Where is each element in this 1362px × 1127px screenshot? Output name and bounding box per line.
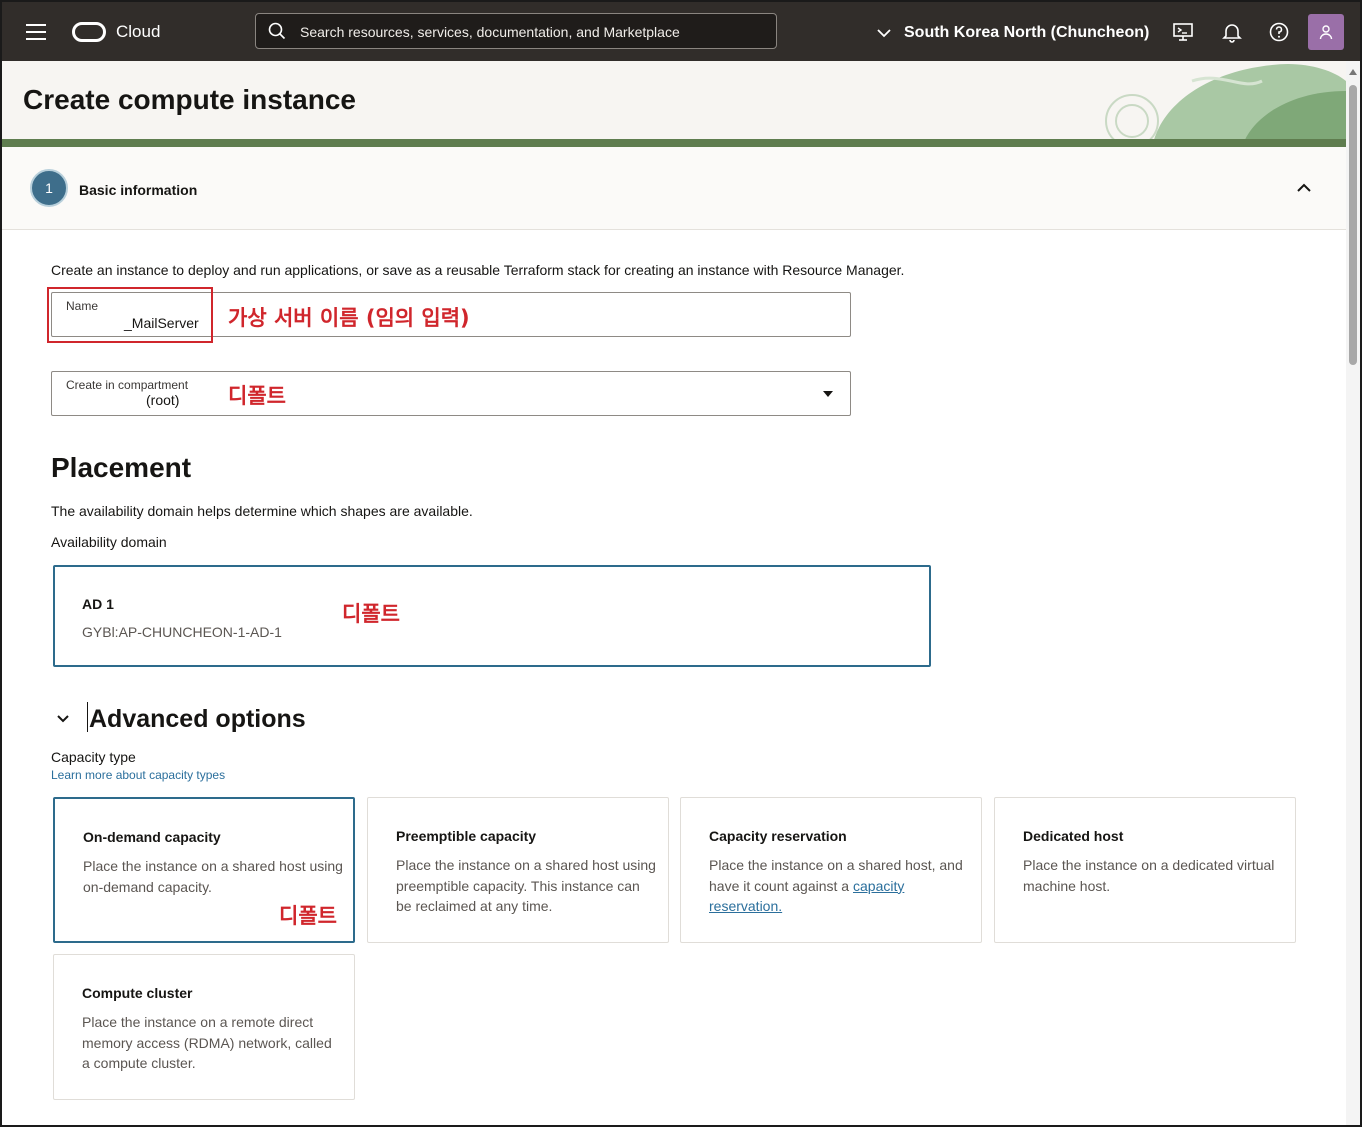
- user-icon: [1319, 25, 1333, 40]
- capacity-reservation-text: Place the instance on a shared host, and…: [709, 857, 963, 894]
- step-header-basic-information[interactable]: 1 Basic information: [2, 147, 1346, 230]
- name-highlight-box: [47, 287, 213, 343]
- capacity-card-description: Place the instance on a dedicated virtua…: [1023, 857, 1275, 894]
- scroll-up-arrow-icon[interactable]: [1349, 69, 1357, 75]
- capacity-card-description: Place the instance on a shared host usin…: [83, 858, 343, 895]
- brand-label[interactable]: Cloud: [116, 22, 160, 42]
- page-title: Create compute instance: [23, 84, 356, 115]
- hamburger-menu-icon[interactable]: [26, 24, 46, 40]
- capacity-card-compute-cluster[interactable]: Compute cluster Place the instance on a …: [53, 954, 355, 1100]
- advanced-options-toggle[interactable]: Advanced options: [89, 705, 306, 734]
- placement-title: Placement: [51, 452, 192, 483]
- page-header: Create compute instance: [2, 61, 1346, 147]
- ad-name: AD 1: [82, 596, 114, 612]
- basic-intro-text: Create an instance to deploy and run app…: [51, 262, 905, 278]
- capacity-card-title: On-demand capacity: [83, 829, 221, 845]
- capacity-types-link[interactable]: Learn more about capacity types: [51, 768, 225, 782]
- step-title: Basic information: [79, 182, 198, 198]
- chevron-down-icon[interactable]: [56, 712, 70, 726]
- bell-icon[interactable]: [1221, 21, 1243, 43]
- capacity-card-title: Dedicated host: [1023, 828, 1124, 844]
- capacity-annotation: 디폴트: [279, 904, 337, 928]
- capacity-type-label: Capacity type: [51, 749, 136, 765]
- chevron-down-icon: [877, 29, 891, 38]
- scroll-thumb[interactable]: [1349, 85, 1357, 365]
- search-bar[interactable]: [255, 13, 777, 49]
- oracle-logo-icon[interactable]: [72, 22, 106, 42]
- compartment-value: (root): [146, 392, 180, 408]
- text-cursor: [87, 702, 88, 732]
- browser-frame: Cloud South Korea North (Chuncheon): [0, 0, 1362, 1127]
- top-navigation-bar: Cloud South Korea North (Chuncheon): [2, 2, 1360, 61]
- compartment-annotation: 디폴트: [228, 384, 286, 408]
- caret-down-icon[interactable]: [823, 391, 833, 397]
- availability-domain-card[interactable]: AD 1 GYBl:AP-CHUNCHEON-1-AD-1: [53, 565, 931, 667]
- region-label: South Korea North (Chuncheon): [904, 24, 1150, 41]
- capacity-card-description: Place the instance on a shared host usin…: [396, 857, 656, 914]
- capacity-card-title: Preemptible capacity: [396, 828, 537, 844]
- region-selector[interactable]: South Korea North (Chuncheon): [876, 21, 1149, 45]
- capacity-card-description: Place the instance on a shared host, and…: [709, 855, 969, 917]
- name-annotation: 가상 서버 이름 (임의 입력): [228, 306, 470, 330]
- step-number-badge: 1: [30, 169, 68, 207]
- placement-description: The availability domain helps determine …: [51, 503, 473, 519]
- decorative-banner-strip: [2, 139, 1346, 147]
- capacity-card-dedicated-host[interactable]: Dedicated host Place the instance on a d…: [994, 797, 1296, 943]
- ad-id: GYBl:AP-CHUNCHEON-1-AD-1: [82, 624, 282, 640]
- compartment-label: Create in compartment: [66, 378, 189, 392]
- help-icon[interactable]: [1268, 21, 1290, 43]
- capacity-card-preemptible[interactable]: Preemptible capacity Place the instance …: [367, 797, 669, 943]
- capacity-card-title: Compute cluster: [82, 985, 193, 1001]
- ad-annotation: 디폴트: [342, 602, 400, 626]
- capacity-card-reservation[interactable]: Capacity reservation Place the instance …: [680, 797, 982, 943]
- capacity-card-title: Capacity reservation: [709, 828, 847, 844]
- decorative-banner-art: [1105, 63, 1346, 147]
- capacity-card-description: Place the instance on a remote direct me…: [82, 1014, 332, 1071]
- availability-domain-label: Availability domain: [51, 534, 167, 550]
- cloud-shell-icon[interactable]: [1172, 21, 1194, 43]
- user-avatar[interactable]: [1308, 14, 1344, 50]
- page-scrollbar[interactable]: [1346, 61, 1360, 1125]
- chevron-up-icon[interactable]: [1295, 179, 1313, 197]
- compartment-select[interactable]: Create in compartment (root): [51, 371, 851, 416]
- search-input[interactable]: [300, 21, 760, 43]
- search-icon: [268, 22, 286, 40]
